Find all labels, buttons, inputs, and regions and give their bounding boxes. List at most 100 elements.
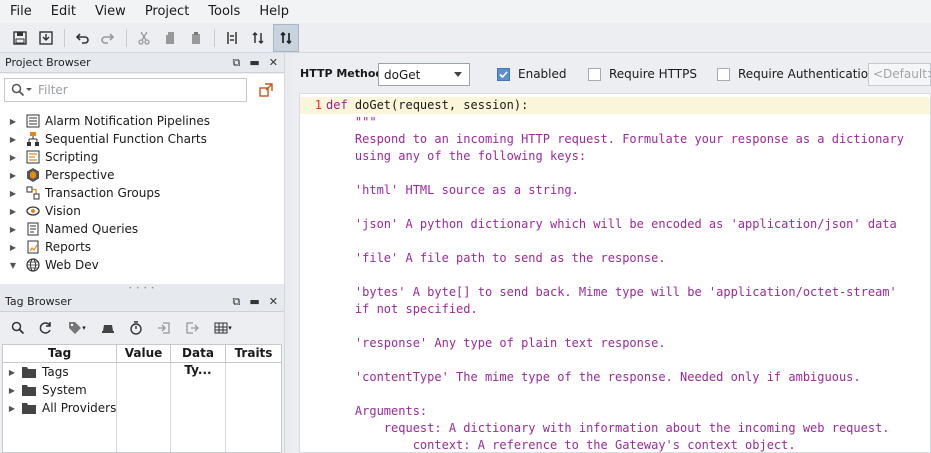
list-item[interactable]: ▶ Reports [0,238,284,256]
float-icon[interactable]: ⧉ [233,295,241,309]
checkmark-icon [497,67,510,81]
tree-label: Web Dev [45,258,99,272]
undo-icon[interactable] [71,27,93,49]
tag-label: Tags [42,365,69,379]
list-item[interactable]: ▶ Alarm Notification Pipelines [0,112,284,130]
query-icon [25,222,41,236]
code-line[interactable]: Respond to an incoming HTTP request. For… [300,131,930,148]
code-line[interactable]: if not specified. [300,301,930,318]
search-input[interactable]: Filter [4,78,247,102]
link-icon[interactable] [258,82,274,98]
auth-profile-dropdown[interactable]: <Default> [868,63,931,86]
code-line[interactable] [300,352,930,369]
expand-arrow-icon[interactable]: ▶ [7,207,19,216]
expand-arrow-icon[interactable]: ▶ [6,386,18,395]
save-all-icon[interactable] [35,27,57,49]
copy-icon[interactable] [159,27,181,49]
refresh-icon[interactable] [37,319,55,337]
expand-arrow-icon[interactable]: ▶ [6,368,18,377]
menu-help[interactable]: Help [249,4,298,19]
code-line[interactable] [300,267,930,284]
code-line[interactable]: """ [300,114,930,131]
udt-icon[interactable] [99,319,117,337]
expand-arrow-icon[interactable]: ▶ [6,404,18,413]
table-row[interactable]: ▶ System [3,381,281,399]
collapse-arrow-icon[interactable]: ▼ [7,261,19,270]
code-line[interactable]: 'contentType' The mime type of the respo… [300,369,930,386]
search-icon[interactable] [9,319,27,337]
table-row[interactable]: ▶ Tags [3,363,281,381]
menu-project[interactable]: Project [135,4,198,19]
code-line[interactable]: using any of the following keys: [300,148,930,165]
redo-icon[interactable] [97,27,119,49]
require-authentication-checkbox[interactable]: Require Authentication [717,67,876,81]
code-line[interactable]: 'response' Any type of plain text respon… [300,335,930,352]
code-line[interactable]: context: A reference to the Gateway's co… [300,437,930,452]
list-item[interactable]: ▶ Vision [0,202,284,220]
panel-divider[interactable] [284,53,292,453]
expand-arrow-icon[interactable]: ▶ [7,117,19,126]
expand-arrow-icon[interactable]: ▶ [7,243,19,252]
expand-arrow-icon[interactable]: ▶ [7,171,19,180]
column-header[interactable]: Data Ty... [171,345,226,377]
panel-splitter[interactable]: • • • • [0,284,284,292]
list-item[interactable]: ▶ Transaction Groups [0,184,284,202]
expand-arrow-icon[interactable]: ▶ [7,189,19,198]
import-icon[interactable] [155,319,173,337]
timer-icon[interactable] [127,319,145,337]
transaction-icon [25,186,41,200]
list-item[interactable]: ▶ Perspective [0,166,284,184]
code-text: 'bytes' A byte[] to send back. Mime type… [326,285,897,299]
cut-icon[interactable] [133,27,155,49]
list-item[interactable]: ▼ Web Dev [0,256,284,274]
list-item[interactable]: ▶ Sequential Function Charts [0,130,284,148]
comm-toggle-icon[interactable] [273,23,299,52]
code-line[interactable] [300,386,930,403]
code-editor[interactable]: 1 def doGet(request, session): """ Respon… [299,93,931,453]
require-https-checkbox[interactable]: Require HTTPS [588,67,697,81]
expand-arrow-icon[interactable]: ▶ [7,225,19,234]
swap-icon[interactable] [247,27,269,49]
code-line[interactable]: 'file' A file path to send as the respon… [300,250,930,267]
require-authentication-label: Require Authentication [738,67,876,81]
close-icon[interactable]: ✕ [269,56,278,70]
tag-diff-icon[interactable] [221,27,243,49]
expand-arrow-icon[interactable]: ▶ [7,135,19,144]
main-toolbar [0,23,931,53]
list-item[interactable]: ▶ Named Queries [0,220,284,238]
code-line[interactable] [300,165,930,182]
menu-edit[interactable]: Edit [41,4,85,19]
code-line[interactable]: 'json' A python dictionary which will be… [300,216,930,233]
export-icon[interactable] [183,319,201,337]
code-text: 'json' A python dictionary which will be… [326,217,897,231]
column-header[interactable]: Traits [226,345,281,362]
code-line[interactable] [300,199,930,216]
expand-arrow-icon[interactable]: ▶ [7,153,19,162]
table-view-icon[interactable]: ▾ [211,319,235,337]
table-row[interactable]: ▶ All Providers [3,399,281,417]
close-icon[interactable]: ✕ [269,295,278,309]
http-method-dropdown[interactable]: doGet [378,63,470,86]
column-header[interactable]: Tag [3,345,117,362]
code-line[interactable]: Arguments: [300,403,930,420]
code-line[interactable]: request: A dictionary with information a… [300,420,930,437]
code-line[interactable] [300,318,930,335]
code-line[interactable]: 'html' HTML source as a string. [300,182,930,199]
code-line[interactable]: 'bytes' A byte[] to send back. Mime type… [300,284,930,301]
add-tag-icon[interactable]: ▾ [65,319,89,337]
menu-tools[interactable]: Tools [198,4,249,19]
code-line[interactable] [300,233,930,250]
minimize-icon[interactable]: ▬ [249,295,259,309]
enabled-checkbox[interactable]: Enabled [497,67,567,81]
paste-icon[interactable] [185,27,207,49]
menu-file[interactable]: File [0,4,41,19]
tree-label: Named Queries [45,222,139,236]
code-line[interactable]: 1 def doGet(request, session): [300,97,930,114]
project-browser: Filter ▶ Alarm Notification Pipelines ▶ … [0,74,284,284]
list-item[interactable]: ▶ Scripting [0,148,284,166]
float-icon[interactable]: ⧉ [233,56,241,70]
column-header[interactable]: Value [117,345,171,362]
menu-view[interactable]: View [85,4,135,19]
minimize-icon[interactable]: ▬ [249,56,259,70]
save-icon[interactable] [9,27,31,49]
